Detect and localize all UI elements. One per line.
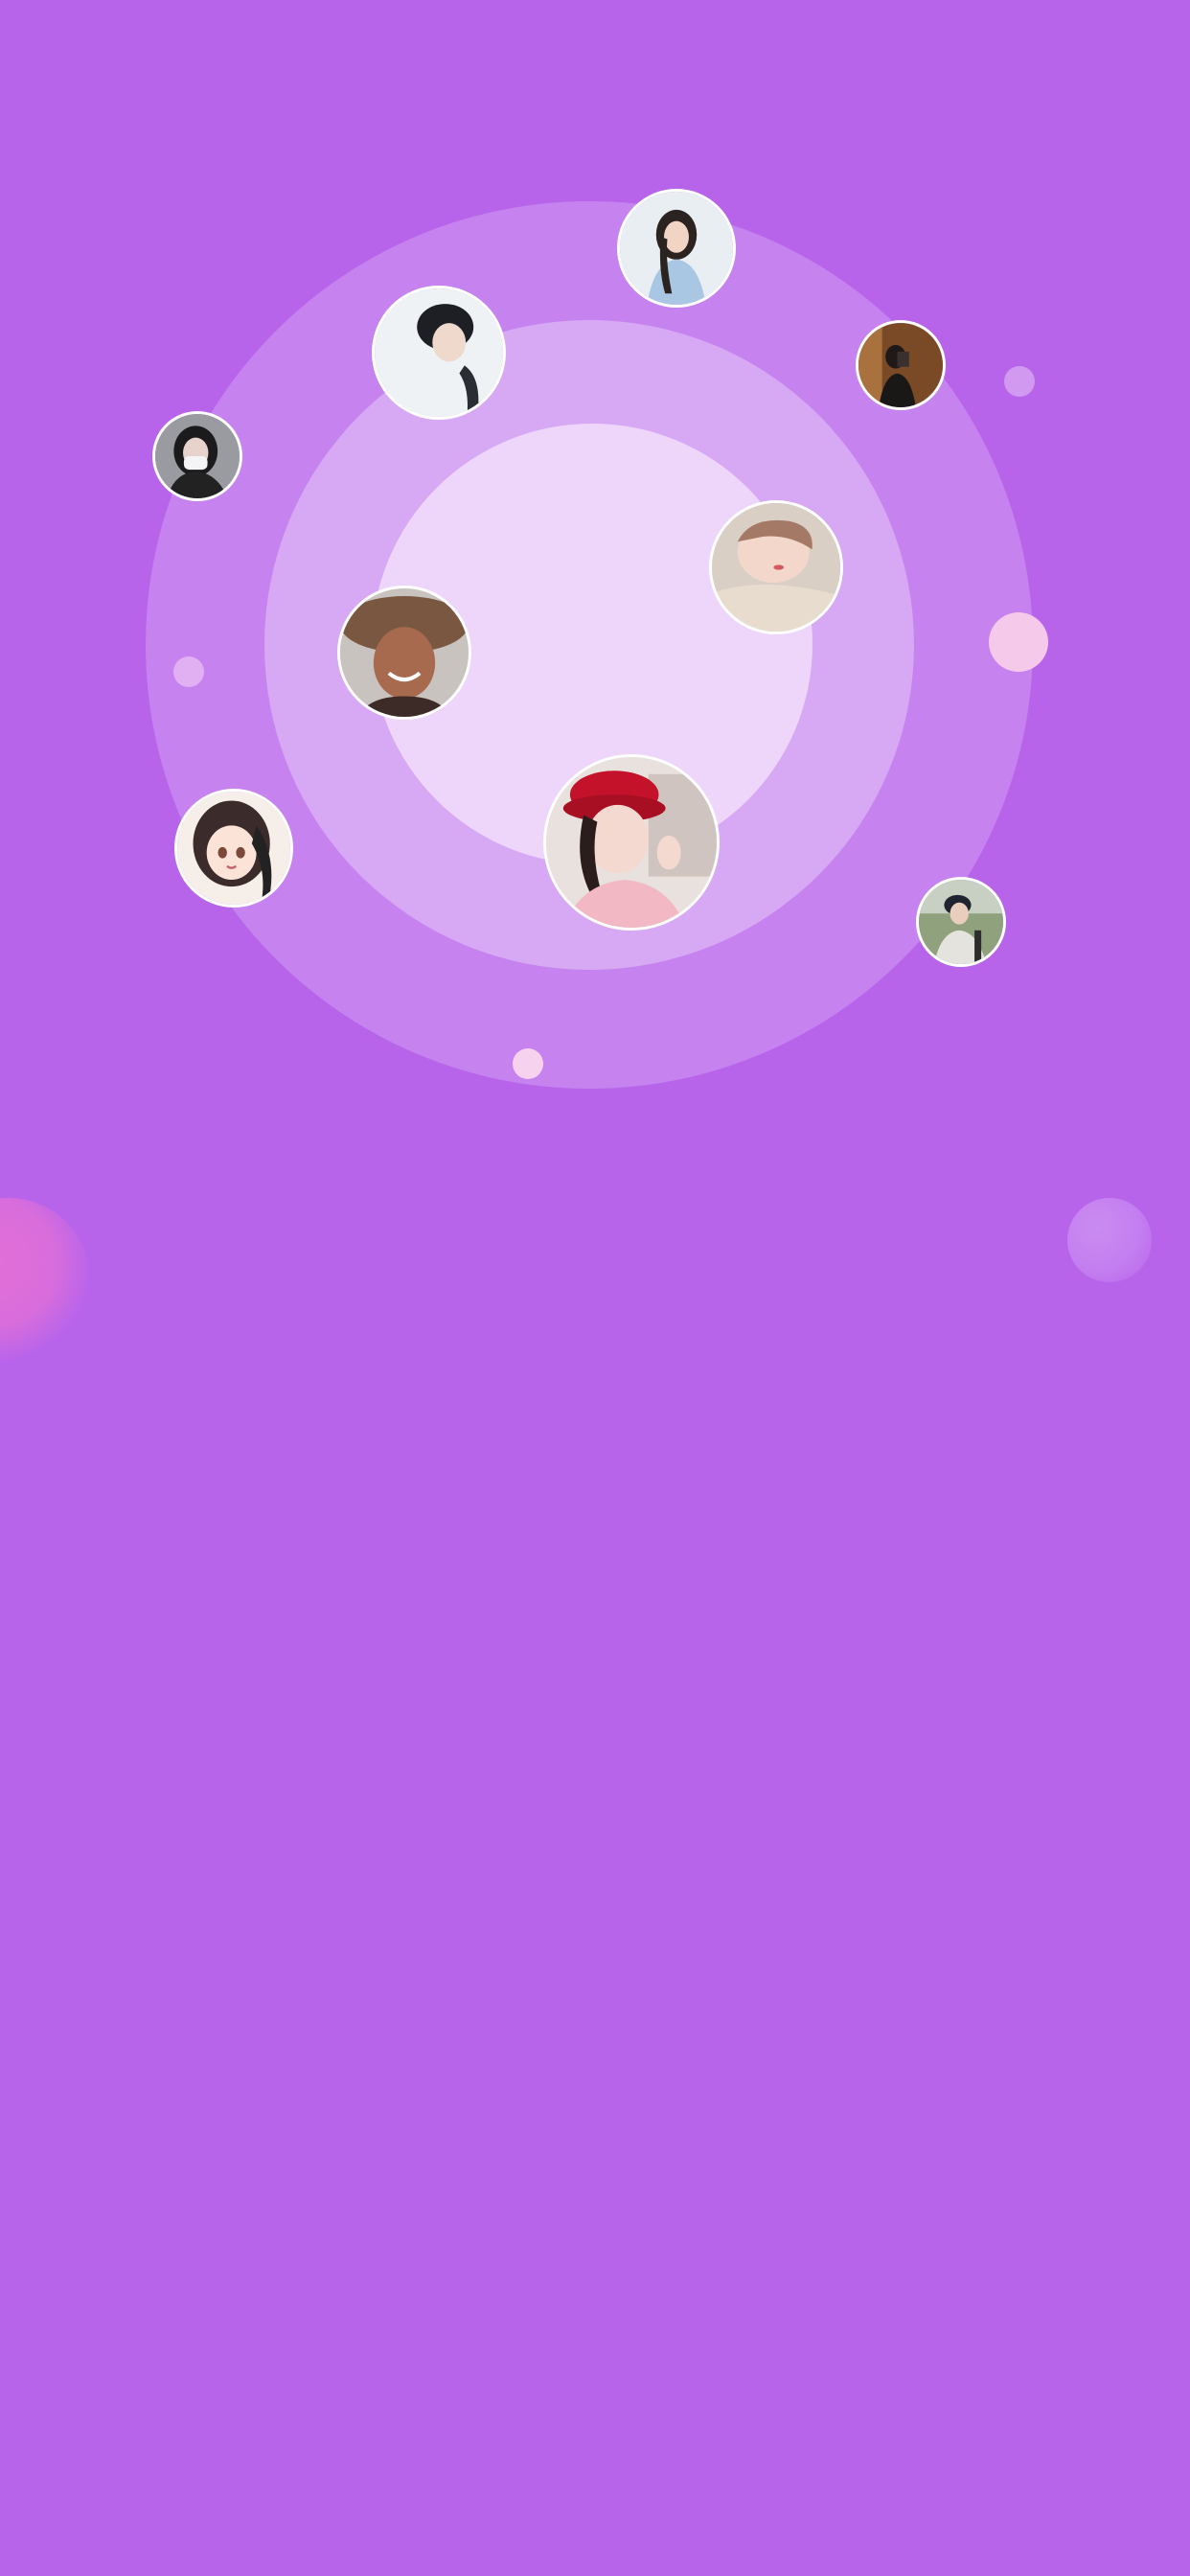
avatar-woman-light-blue-shirt-icon bbox=[620, 192, 733, 305]
avatar-woman-light-blue-shirt[interactable] bbox=[617, 189, 736, 308]
avatar-anime-girl-icon bbox=[177, 792, 290, 905]
avatar-anime-girl[interactable] bbox=[174, 789, 293, 908]
avatar-woman-face-mask[interactable] bbox=[152, 411, 242, 501]
avatar-woman-red-hat-icon bbox=[546, 757, 717, 928]
discover-screen bbox=[0, 0, 1190, 2576]
avatar-woman-face-mask-icon bbox=[155, 414, 240, 498]
avatar-man-outdoors[interactable] bbox=[916, 877, 1006, 967]
avatar-man-head-down[interactable] bbox=[372, 286, 506, 420]
avatar-woman-straw-hat[interactable] bbox=[337, 586, 471, 720]
decorative-blob-right bbox=[1067, 1198, 1152, 1282]
avatar-man-head-down-icon bbox=[375, 288, 503, 417]
decorative-dot bbox=[989, 612, 1048, 672]
decorative-dot bbox=[513, 1048, 543, 1079]
avatar-man-outdoors-icon bbox=[919, 880, 1003, 964]
avatar-child-sleeping[interactable] bbox=[709, 500, 843, 634]
decorative-blob-left bbox=[0, 1198, 90, 1361]
decorative-dot bbox=[173, 656, 204, 687]
avatar-woman-red-hat[interactable] bbox=[543, 754, 720, 931]
avatar-person-mirror-selfie-icon bbox=[858, 323, 943, 407]
avatar-person-mirror-selfie[interactable] bbox=[856, 320, 946, 410]
decorative-dot bbox=[1004, 366, 1035, 397]
avatar-woman-straw-hat-icon bbox=[340, 588, 469, 717]
avatar-child-sleeping-icon bbox=[712, 503, 840, 632]
